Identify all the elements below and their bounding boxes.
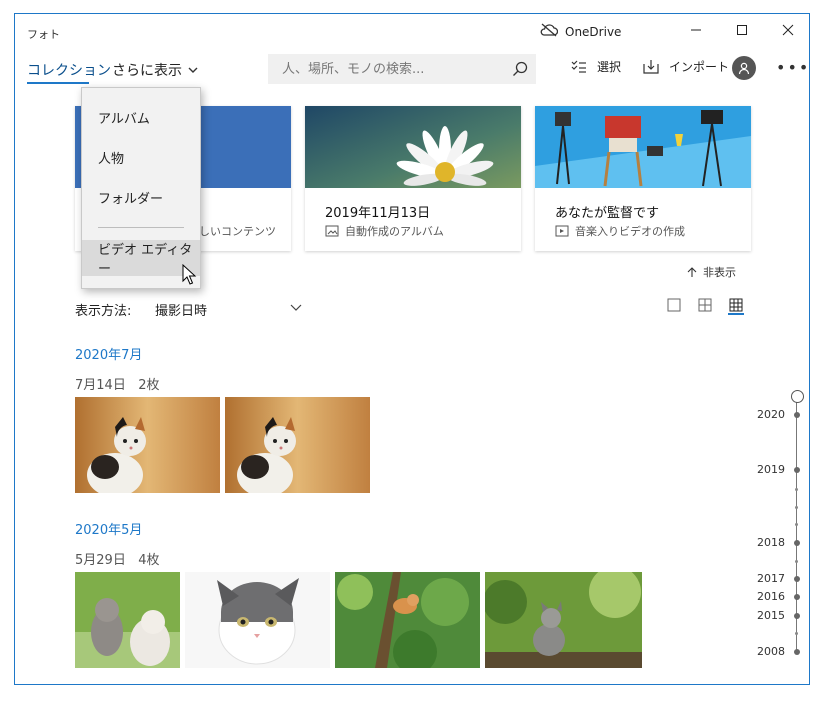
view-large-button[interactable] bbox=[666, 297, 682, 313]
menu-separator bbox=[98, 227, 184, 228]
import-label: インポート bbox=[669, 60, 730, 74]
day-heading: 7月14日 2枚 bbox=[75, 374, 160, 393]
photo-thumbnail[interactable] bbox=[185, 572, 330, 668]
timeline-year[interactable]: 2017 bbox=[745, 572, 785, 585]
view-medium-button[interactable] bbox=[697, 297, 713, 313]
timeline-year[interactable]: 2016 bbox=[745, 590, 785, 603]
window-title: フォト bbox=[27, 28, 60, 41]
card-title: あなたが監督です bbox=[555, 206, 660, 221]
card-auto-album[interactable]: 2019年11月13日 自動作成のアルバム bbox=[305, 106, 521, 251]
search-icon[interactable] bbox=[512, 61, 528, 77]
day-count: 4枚 bbox=[138, 553, 160, 568]
close-button[interactable] bbox=[765, 14, 809, 46]
search-box[interactable] bbox=[268, 54, 536, 84]
import-button[interactable]: インポート bbox=[643, 58, 729, 75]
minimize-icon bbox=[691, 29, 701, 31]
timeline-tick bbox=[795, 560, 798, 563]
menu-item-people[interactable]: 人物 bbox=[82, 139, 200, 175]
mouse-cursor-icon bbox=[182, 264, 197, 285]
chevron-down-icon bbox=[188, 67, 198, 73]
card-title: 2019年11月13日 bbox=[325, 206, 431, 221]
photo-thumbnail[interactable] bbox=[485, 572, 642, 668]
menu-item-folders[interactable]: フォルダー bbox=[82, 179, 200, 215]
close-icon bbox=[782, 24, 794, 36]
timeline-dot bbox=[794, 594, 800, 600]
day-heading: 5月29日 4枚 bbox=[75, 549, 160, 568]
photo-thumbnail[interactable] bbox=[225, 397, 370, 493]
daisy-image bbox=[305, 106, 521, 188]
timeline-handle[interactable] bbox=[791, 390, 804, 403]
onedrive-status[interactable]: OneDrive bbox=[540, 23, 621, 40]
timeline-tick bbox=[795, 523, 798, 526]
card-subtitle: 自動作成のアルバム bbox=[325, 223, 444, 239]
app-window: フォト OneDrive コレクション さらに表示 選択 インポート ••• bbox=[14, 13, 810, 685]
timeline-year[interactable]: 2019 bbox=[745, 463, 785, 476]
photo-thumbnail[interactable] bbox=[75, 397, 220, 493]
more-options-icon[interactable]: ••• bbox=[776, 58, 809, 77]
timeline-tick bbox=[795, 506, 798, 509]
timeline-year[interactable]: 2020 bbox=[745, 408, 785, 421]
album-icon bbox=[325, 225, 339, 237]
select-list-icon bbox=[571, 60, 586, 73]
grid-2x2-icon bbox=[698, 298, 712, 312]
tab-more[interactable]: さらに表示 bbox=[112, 60, 198, 80]
select-label: 選択 bbox=[597, 60, 622, 74]
photo-thumbnail[interactable] bbox=[75, 572, 180, 668]
timeline-dot bbox=[794, 649, 800, 655]
grid-3x3-icon bbox=[729, 298, 743, 312]
card-video-director[interactable]: あなたが監督です 音楽入りビデオの作成 bbox=[535, 106, 751, 251]
timeline-dot bbox=[794, 613, 800, 619]
sort-label: 表示方法: bbox=[75, 304, 132, 319]
timeline-dot bbox=[794, 540, 800, 546]
more-dropdown-menu: アルバム 人物 フォルダー ビデオ エディター bbox=[81, 87, 201, 289]
sort-value: 撮影日時 bbox=[155, 304, 208, 319]
card-subtitle: しいコンテンツ bbox=[199, 223, 276, 239]
maximize-button[interactable] bbox=[719, 14, 765, 46]
timeline-tick bbox=[795, 488, 798, 491]
day-date: 7月14日 bbox=[75, 378, 126, 393]
tab-more-label: さらに表示 bbox=[112, 63, 182, 79]
photo-thumbnail[interactable] bbox=[335, 572, 480, 668]
hide-label: 非表示 bbox=[703, 266, 736, 279]
active-tab-indicator bbox=[27, 82, 89, 84]
select-button[interactable]: 選択 bbox=[571, 58, 621, 75]
timeline-dot bbox=[794, 412, 800, 418]
day-date: 5月29日 bbox=[75, 553, 126, 568]
card-subtitle: 音楽入りビデオの作成 bbox=[555, 223, 685, 239]
day-count: 2枚 bbox=[138, 378, 160, 393]
tab-collection[interactable]: コレクション bbox=[27, 60, 111, 80]
account-avatar[interactable] bbox=[732, 56, 756, 80]
month-heading[interactable]: 2020年5月 bbox=[75, 519, 142, 538]
menu-item-albums[interactable]: アルバム bbox=[82, 99, 200, 135]
timeline-tick bbox=[795, 632, 798, 635]
cloud-offline-icon bbox=[540, 23, 559, 40]
person-icon bbox=[738, 62, 750, 75]
single-square-icon bbox=[667, 298, 681, 312]
timeline-year[interactable]: 2015 bbox=[745, 609, 785, 622]
card-subtitle-text: 音楽入りビデオの作成 bbox=[575, 225, 685, 238]
month-heading[interactable]: 2020年7月 bbox=[75, 344, 142, 363]
timeline-year[interactable]: 2018 bbox=[745, 536, 785, 549]
import-icon bbox=[643, 60, 659, 74]
video-icon bbox=[555, 225, 569, 237]
timeline-year[interactable]: 2008 bbox=[745, 645, 785, 658]
director-image bbox=[535, 106, 751, 188]
maximize-icon bbox=[737, 25, 747, 35]
card-subtitle-text: 自動作成のアルバム bbox=[345, 225, 444, 238]
chevron-down-icon[interactable] bbox=[290, 304, 302, 312]
minimize-button[interactable] bbox=[673, 14, 719, 46]
hide-button[interactable]: 非表示 bbox=[687, 264, 736, 280]
timeline-dot bbox=[794, 576, 800, 582]
timeline-dot bbox=[794, 467, 800, 473]
card-subtitle-text: しいコンテンツ bbox=[199, 225, 276, 238]
onedrive-label: OneDrive bbox=[565, 24, 622, 39]
view-small-button[interactable] bbox=[728, 297, 744, 315]
search-input[interactable] bbox=[280, 60, 512, 78]
arrow-up-icon bbox=[687, 266, 697, 277]
sort-select[interactable]: 撮影日時 bbox=[155, 300, 207, 319]
